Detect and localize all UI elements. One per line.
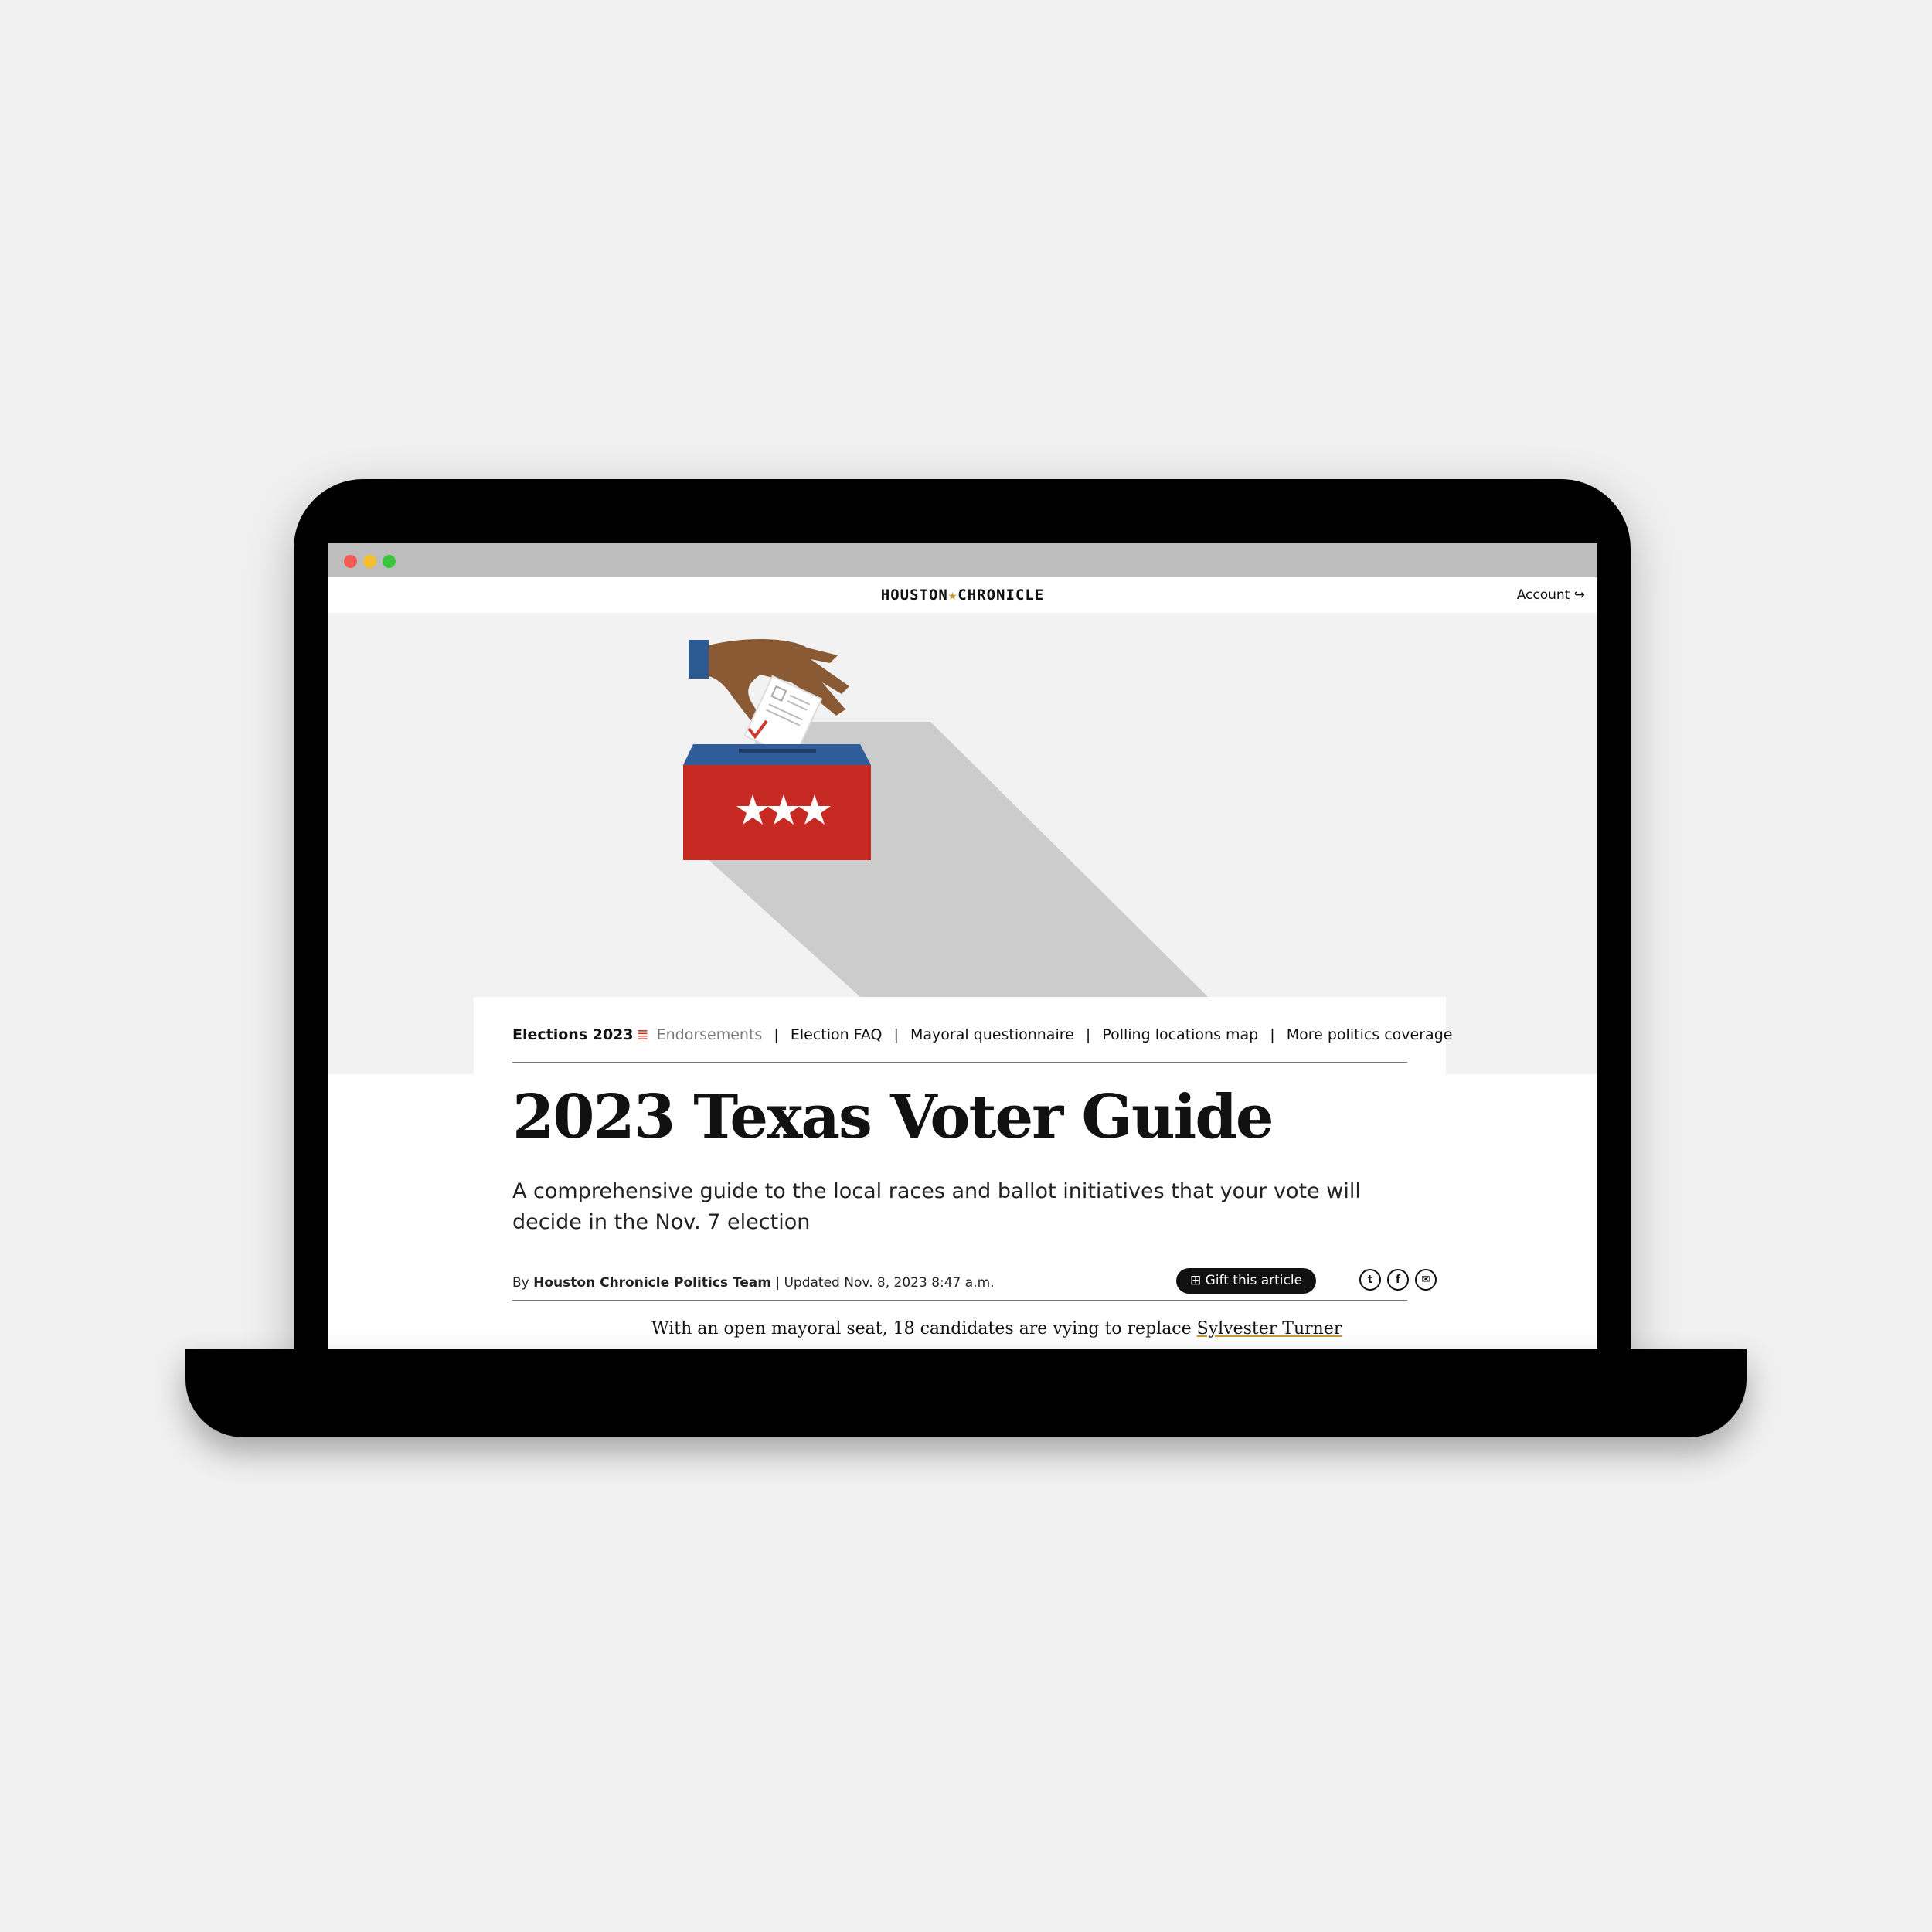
subnav-section-title[interactable]: Elections 2023	[512, 1026, 634, 1043]
site-header: HOUSTON★CHRONICLE Account ↪	[328, 577, 1597, 613]
flag-icon: ≣	[636, 1026, 649, 1043]
maximize-window-button[interactable]	[383, 555, 396, 568]
logo-star-icon: ★	[947, 587, 958, 604]
logo-text-right: CHRONICLE	[957, 587, 1045, 604]
byline: By Houston Chronicle Politics Team | Upd…	[512, 1275, 995, 1291]
site-logo[interactable]: HOUSTON★CHRONICLE	[328, 587, 1597, 604]
elections-subnav: Elections 2023 ≣ Endorsements | Election …	[512, 1026, 1452, 1063]
twitter-share-icon[interactable]: t	[1359, 1269, 1381, 1291]
account-link[interactable]: Account ↪	[1517, 587, 1585, 603]
ballot-box-lid	[683, 744, 871, 765]
subnav-item-endorsements[interactable]: Endorsements	[657, 1026, 763, 1043]
gift-article-button[interactable]: ⊞ Gift this article	[1176, 1268, 1317, 1294]
article-headline: 2023 Texas Voter Guide	[512, 1082, 1274, 1152]
subnav-item-polling-locations-map[interactable]: Polling locations map	[1102, 1026, 1258, 1043]
byline-row: By Houston Chronicle Politics Team | Upd…	[512, 1264, 1437, 1301]
subnav-separator: |	[1085, 1026, 1091, 1043]
updated-timestamp: | Updated Nov. 8, 2023 8:47 a.m.	[775, 1275, 995, 1291]
article-dek: A comprehensive guide to the local races…	[512, 1179, 1361, 1234]
subnav-separator: |	[1270, 1026, 1275, 1043]
gift-icon: ⊞	[1190, 1273, 1202, 1288]
subnav-separator: |	[893, 1026, 899, 1043]
subnav-separator: |	[774, 1026, 779, 1043]
byline-prefix: By	[512, 1275, 529, 1291]
ballot-slot	[739, 749, 816, 753]
browser-screen: HOUSTON★CHRONICLE Account ↪ Elections 20…	[328, 543, 1597, 1349]
article-body-paragraph: With an open mayoral seat, 18 candidates…	[651, 1319, 1342, 1338]
body-text-start: With an open mayoral seat, 18 candidates…	[651, 1319, 1192, 1338]
subnav-item-mayoral-questionnaire[interactable]: Mayoral questionnaire	[910, 1026, 1074, 1043]
browser-title-bar	[328, 543, 1597, 577]
laptop-base	[185, 1349, 1747, 1437]
sign-in-icon: ↪	[1573, 587, 1585, 603]
minimize-window-button[interactable]	[363, 555, 376, 568]
logo-text-left: HOUSTON	[880, 587, 948, 604]
subnav-item-election-faq[interactable]: Election FAQ	[791, 1026, 883, 1043]
subnav-item-more-politics-coverage[interactable]: More politics coverage	[1287, 1026, 1453, 1043]
sleeve-cuff	[689, 640, 709, 679]
email-share-icon[interactable]: ✉	[1415, 1269, 1437, 1291]
facebook-share-icon[interactable]: f	[1387, 1269, 1409, 1291]
gift-article-label: Gift this article	[1205, 1273, 1303, 1288]
account-label: Account	[1516, 587, 1570, 603]
author-name[interactable]: Houston Chronicle Politics Team	[533, 1275, 771, 1291]
article-card: Elections 2023 ≣ Endorsements | Election …	[474, 997, 1452, 1349]
body-link-sylvester-turner[interactable]: Sylvester Turner	[1197, 1319, 1342, 1338]
close-window-button[interactable]	[344, 555, 357, 568]
